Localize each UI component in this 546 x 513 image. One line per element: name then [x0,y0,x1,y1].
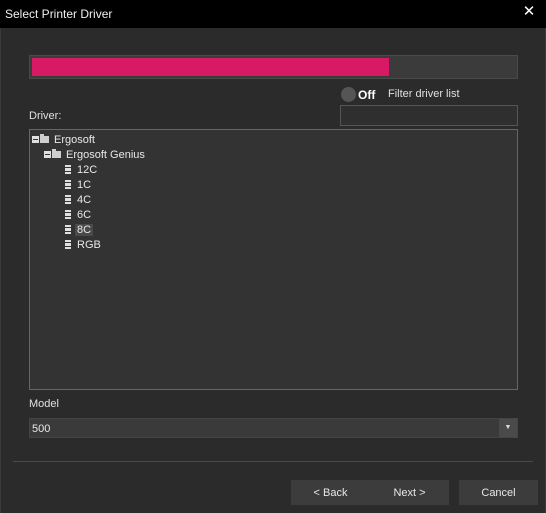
tree-item-rgb[interactable]: RGB [65,237,103,252]
tree-node-label: Ergosoft Genius [66,148,145,161]
tree-item-6c[interactable]: 6C [65,207,93,222]
tree-node-ergosoft-genius[interactable]: Ergosoft Genius [44,147,147,162]
back-button[interactable]: < Back [291,480,370,505]
tree-node-label: Ergosoft [54,133,95,146]
driver-icon [65,240,71,249]
tree-item-label: 12C [77,163,98,176]
model-dropdown[interactable]: 500 ▼ [29,418,518,438]
filter-input[interactable] [340,105,518,126]
tree-item-4c[interactable]: 4C [65,192,93,207]
title-bar: Select Printer Driver ✕ [0,0,546,28]
progress-fill [32,58,389,76]
tree-item-8c[interactable]: 8C [65,222,94,237]
tree-item-12c[interactable]: 12C [65,162,99,177]
driver-icon [65,195,71,204]
filter-driver-list-label: Filter driver list [388,88,460,100]
tree-item-label: 1C [77,178,92,191]
next-button[interactable]: Next > [370,480,449,505]
tree-item-1c[interactable]: 1C [65,177,93,192]
tree-item-label: 8C [75,223,94,236]
driver-icon [65,165,71,174]
toggle-knob [341,87,356,102]
filter-toggle[interactable]: Off [341,87,381,102]
toggle-state-label: Off [358,88,376,102]
tree-item-label: 6C [77,208,92,221]
chevron-down-icon[interactable]: ▼ [499,419,517,437]
folder-icon [40,134,49,143]
folder-icon [52,149,61,158]
tree-item-label: RGB [77,238,101,251]
driver-icon [65,225,71,234]
cancel-button[interactable]: Cancel [459,480,538,505]
tree-node-ergosoft[interactable]: Ergosoft [32,132,97,147]
model-label: Model [29,398,59,410]
footer-divider [13,461,533,462]
window-title: Select Printer Driver [5,7,113,21]
collapse-icon[interactable] [32,136,39,143]
progress-bar [29,55,518,79]
tree-item-label: 4C [77,193,92,206]
driver-icon [65,180,71,189]
driver-label: Driver: [29,110,62,122]
close-icon[interactable]: ✕ [512,0,546,28]
collapse-icon[interactable] [44,151,51,158]
driver-tree[interactable]: Ergosoft Ergosoft Genius 12C 1C 4C 6C 8C… [29,129,518,390]
driver-icon [65,210,71,219]
model-value: 500 [32,423,51,435]
